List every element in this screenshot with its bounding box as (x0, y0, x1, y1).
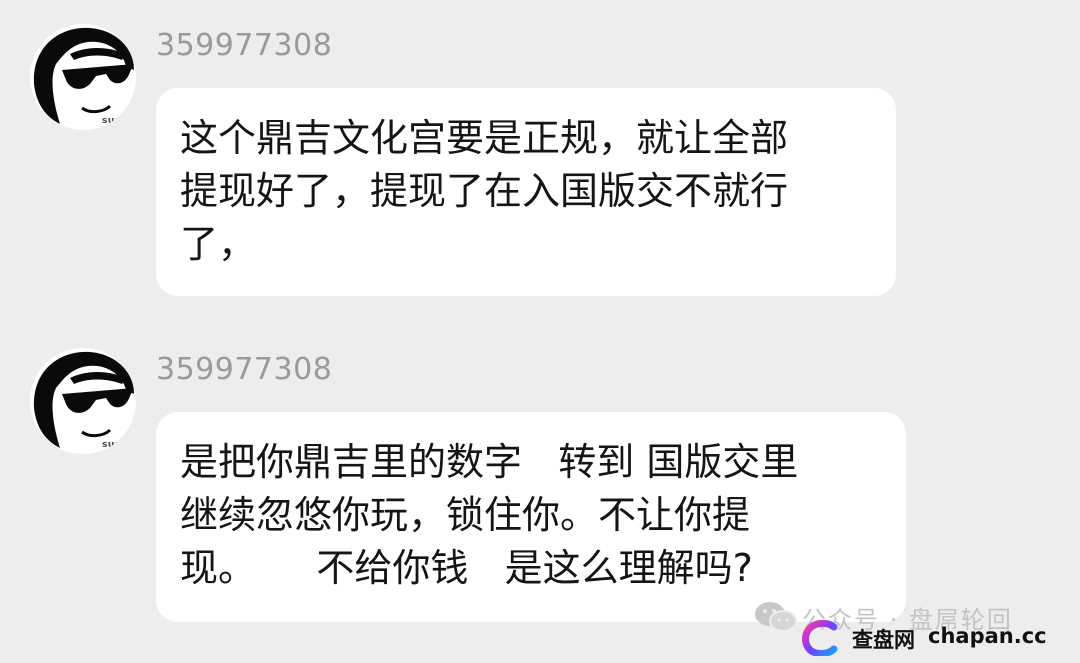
message-bubble[interactable]: 这个鼎吉文化宫要是正规，就让全部 提现好了，提现了在入国版交不就行 了， (156, 88, 896, 296)
sender-name: 359977308 (156, 28, 333, 63)
sunglasses-face-icon (33, 27, 134, 124)
message-bubble[interactable]: 是把你鼎吉里的数字 转到 国版交里 继续忽悠你玩，锁住你。不让你提 现。 不给你… (156, 412, 906, 622)
watermark: 公众号 · 盘屌轮回 查盘网 chapan.cc (752, 598, 1072, 658)
wechat-icon (755, 602, 797, 632)
sunglasses-face-icon (33, 351, 134, 448)
avatar-caption: summ (102, 440, 135, 450)
watermark-domain: chapan.cc (928, 624, 1047, 648)
sender-name: 359977308 (156, 352, 333, 387)
avatar-caption: summ (102, 116, 135, 126)
avatar[interactable]: summ (30, 348, 136, 454)
watermark-brand: 查盘网 (852, 628, 915, 652)
chapan-logo-icon (802, 620, 838, 656)
avatar[interactable]: summ (30, 24, 136, 130)
